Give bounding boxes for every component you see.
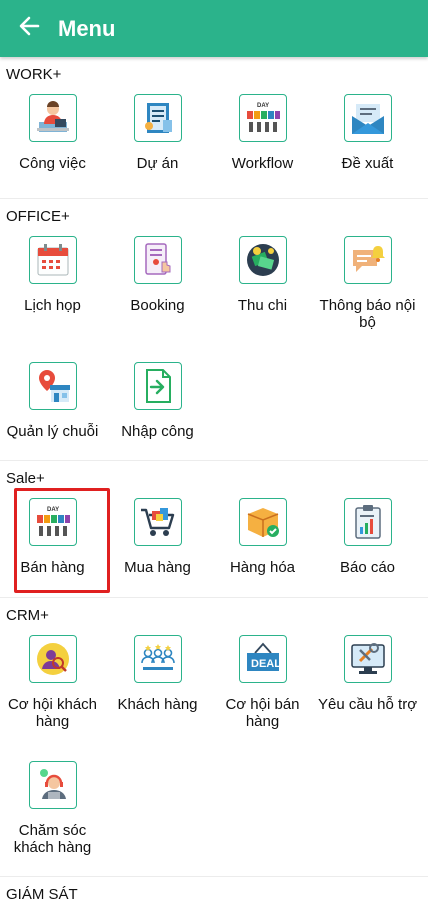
menu-item-label: Dự án xyxy=(136,155,179,172)
menu-item-ban-hang[interactable]: DAY Bán hàng xyxy=(0,488,110,611)
menu-item-booking[interactable]: Booking xyxy=(105,226,210,352)
project-document-icon xyxy=(133,94,182,142)
menu-item-label: Công việc xyxy=(19,155,86,172)
menu-item-nhap-cong[interactable]: Nhập công xyxy=(105,352,210,475)
deal-sign-icon: DEAL xyxy=(238,635,287,683)
back-button[interactable] xyxy=(4,0,54,57)
customer-search-icon xyxy=(28,635,77,683)
package-box-icon xyxy=(238,498,287,546)
app-bar: Menu xyxy=(0,0,428,57)
menu-item-mua-hang[interactable]: Mua hàng xyxy=(105,488,210,611)
menu-item-cham-soc-khach-hang[interactable]: Chăm sóc khách hàng xyxy=(0,751,105,877)
customer-care-headset-icon xyxy=(28,761,77,809)
menu-item-label: Lịch họp xyxy=(24,297,81,314)
menu-item-co-hoi-ban-hang[interactable]: DEAL Cơ hội bán hàng xyxy=(210,625,315,751)
menu-item-label: Workflow xyxy=(231,155,294,172)
menu-item-lich-hop[interactable]: Lịch họp xyxy=(0,226,105,352)
import-file-icon xyxy=(133,362,182,410)
section-office: OFFICE+ Lịch họp Booking Thu chi Thông b… xyxy=(0,199,428,461)
menu-item-workflow[interactable]: DAY Workflow xyxy=(210,84,315,207)
section-work: WORK+ Công việc Dự án DAY Workflow Đề xu… xyxy=(0,57,428,199)
menu-item-label: Yêu cầu hỗ trợ xyxy=(317,696,418,713)
menu-item-label: Cơ hội khách hàng xyxy=(7,696,98,730)
svg-text:DEAL: DEAL xyxy=(251,658,281,670)
menu-item-label: Thông báo nội bộ xyxy=(319,297,416,331)
report-clipboard-icon xyxy=(343,498,392,546)
menu-content: WORK+ Công việc Dự án DAY Workflow Đề xu… xyxy=(0,57,428,907)
menu-item-label: Bán hàng xyxy=(20,559,85,576)
menu-item-label: Mua hàng xyxy=(124,559,191,576)
menu-item-label: Quản lý chuỗi xyxy=(6,423,99,440)
svg-text:DAY: DAY xyxy=(47,507,59,513)
touch-booking-icon xyxy=(133,236,182,284)
section-title-work: WORK+ xyxy=(6,66,62,83)
envelope-icon xyxy=(343,94,392,142)
section-giam-sat: GIÁM SÁT xyxy=(0,877,428,907)
calendar-icon xyxy=(28,236,77,284)
menu-item-cong-viec[interactable]: Công việc xyxy=(0,84,105,207)
person-at-desk-icon xyxy=(28,94,77,142)
menu-item-label: Cơ hội bán hàng xyxy=(225,696,300,730)
menu-item-yeu-cau-ho-tro[interactable]: Yêu cầu hỗ trợ xyxy=(315,625,420,751)
menu-item-label: Báo cáo xyxy=(339,559,396,576)
menu-item-label: Chăm sóc khách hàng xyxy=(13,822,92,856)
menu-item-co-hoi-khach-hang[interactable]: Cơ hội khách hàng xyxy=(0,625,105,751)
section-title-giam-sat: GIÁM SÁT xyxy=(6,886,78,903)
menu-item-label: Nhập công xyxy=(121,423,194,440)
section-sale: Sale+ DAY Bán hàng Mua hàng Hàng hóa Báo… xyxy=(0,461,428,598)
notification-chat-icon xyxy=(343,236,392,284)
menu-item-de-xuat[interactable]: Đề xuất xyxy=(315,84,420,207)
svg-text:DAY: DAY xyxy=(257,103,269,109)
menu-item-du-an[interactable]: Dự án xyxy=(105,84,210,207)
menu-item-label: Hàng hóa xyxy=(229,559,296,576)
section-crm: CRM+ Cơ hội khách hàng Khách hàng DEAL C… xyxy=(0,598,428,877)
page-title: Menu xyxy=(58,15,116,41)
customers-group-icon xyxy=(133,635,182,683)
menu-item-label: Thu chi xyxy=(237,297,288,314)
money-icon xyxy=(238,236,287,284)
menu-item-bao-cao[interactable]: Báo cáo xyxy=(315,488,420,611)
store-location-icon xyxy=(28,362,77,410)
arrow-left-icon xyxy=(18,15,40,42)
menu-item-quan-ly-chuoi[interactable]: Quản lý chuỗi xyxy=(0,352,105,475)
menu-item-label: Khách hàng xyxy=(117,696,198,713)
menu-item-thong-bao-noi-bo[interactable]: Thông báo nội bộ xyxy=(315,226,420,352)
menu-item-khach-hang[interactable]: Khách hàng xyxy=(105,625,210,751)
menu-item-label: Đề xuất xyxy=(341,155,394,172)
menu-item-label: Booking xyxy=(130,297,185,314)
menu-item-hang-hoa[interactable]: Hàng hóa xyxy=(210,488,315,611)
menu-item-thu-chi[interactable]: Thu chi xyxy=(210,226,315,352)
support-tools-icon xyxy=(343,635,392,683)
shopping-cart-icon xyxy=(133,498,182,546)
day-workflow-icon: DAY xyxy=(238,94,287,142)
day-workflow-icon: DAY xyxy=(28,498,77,546)
